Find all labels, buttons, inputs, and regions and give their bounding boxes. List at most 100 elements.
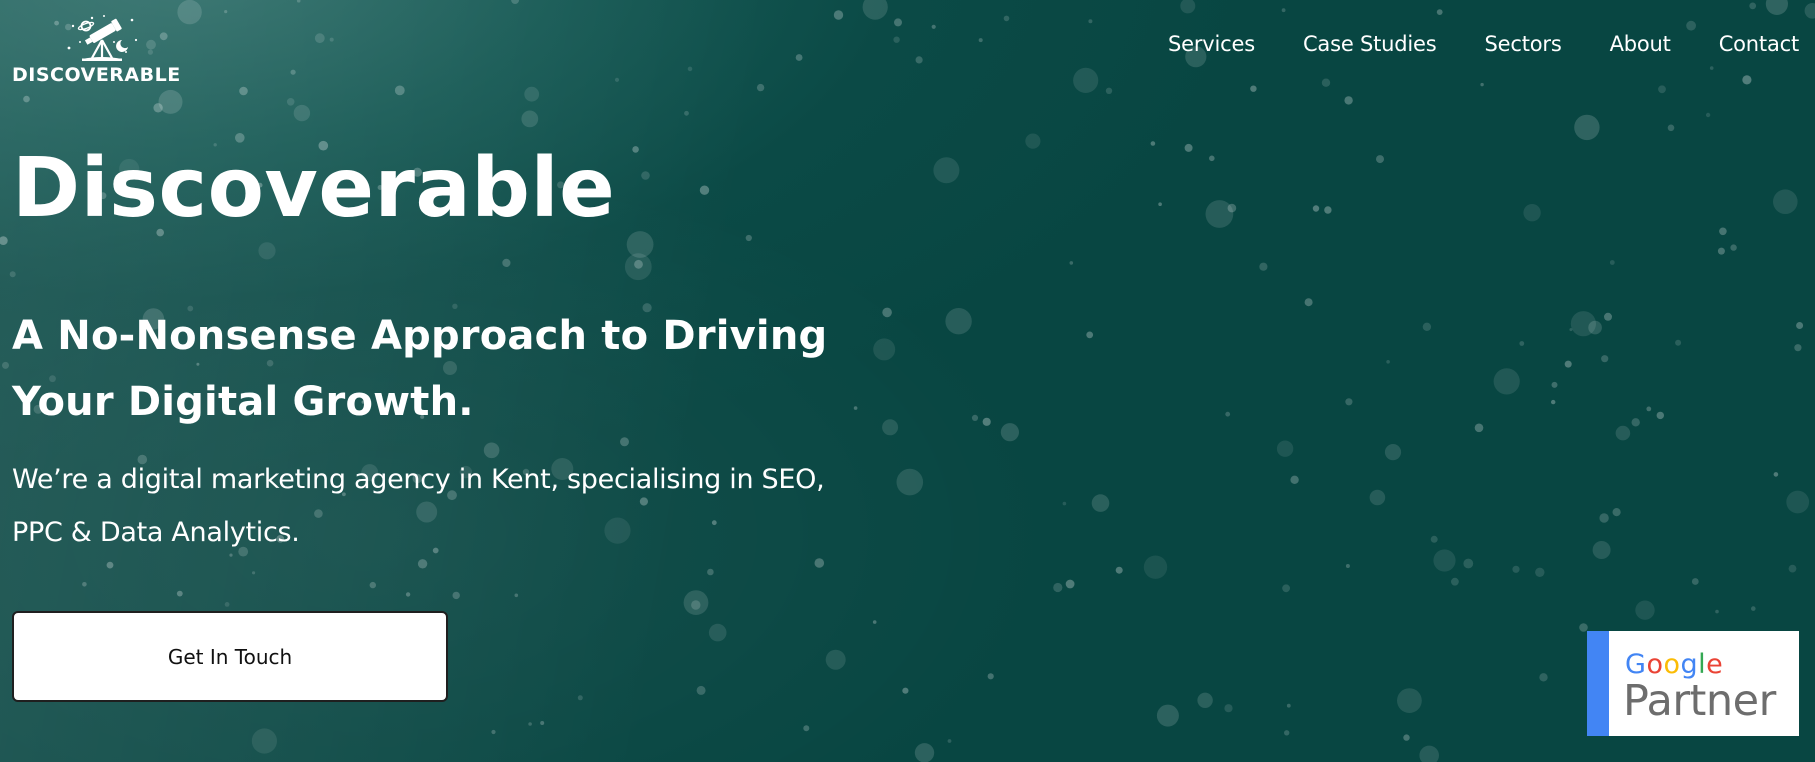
particle [1794,344,1802,352]
particle [1403,734,1410,741]
particle [369,581,376,589]
particle [452,591,460,600]
particle [1086,331,1094,339]
particle [1635,600,1655,620]
get-in-touch-button[interactable]: Get In Touch [12,611,448,702]
particle [521,110,539,128]
particle [1156,704,1179,727]
particle [1796,322,1804,329]
particle [1493,368,1520,395]
particle [258,242,276,260]
nav-item-about[interactable]: About [1610,32,1671,56]
particle [540,721,545,725]
particle [634,259,643,269]
particle [1604,312,1612,321]
hero-description-line1: We’re a digital marketing agency in Kent… [12,464,825,495]
particle [699,185,710,195]
nav-item-services[interactable]: Services [1168,32,1255,56]
particle [872,620,877,624]
particle [914,743,935,762]
particle [1025,133,1041,149]
particle [1282,584,1290,593]
particle [632,146,639,153]
particle [1601,355,1609,363]
particle [1609,260,1615,265]
particle [1463,558,1474,569]
particle [1259,262,1268,271]
particle [1227,203,1237,213]
particle [945,308,972,335]
particle [1376,155,1384,164]
nav-item-case-studies[interactable]: Case Studies [1303,32,1437,56]
particle [1197,692,1213,708]
nav-item-sectors[interactable]: Sectors [1485,32,1562,56]
particle [1675,339,1682,346]
particle [1646,406,1652,412]
particle [1143,555,1168,579]
particle [1667,124,1675,132]
particle [1523,204,1541,222]
particle [1719,227,1727,236]
particle [1430,535,1438,543]
particle [514,593,519,598]
particle [1730,244,1737,251]
particle [1615,425,1631,441]
particle [641,171,650,180]
particle [1324,206,1332,214]
particle [502,258,511,267]
particle [708,623,727,642]
particle [0,236,8,245]
particle [933,157,960,184]
particle [528,722,532,726]
partner-label: Partner [1623,676,1776,726]
particle [882,307,892,318]
particle [1276,440,1294,457]
particle [251,728,277,754]
particle [691,600,701,610]
particle [1224,704,1233,713]
hero-subtitle: A No-Nonsense Approach to Driving Your D… [12,303,852,435]
particle [1451,577,1459,586]
google-partner-badge[interactable]: Google Partner [1587,631,1799,736]
particle [577,695,583,701]
particle [882,419,899,436]
particle [1286,703,1291,708]
particle [1290,475,1299,484]
particle [745,234,752,242]
logo-text: DISCOVERABLE [12,64,181,86]
particle [1384,444,1402,461]
particle [1184,143,1193,152]
particle [1000,423,1020,442]
particle [1612,507,1621,517]
particle [1205,200,1234,228]
particle [1519,341,1525,346]
particle [1512,565,1520,573]
particle [1773,189,1798,214]
particle [987,673,994,680]
particle [1397,688,1422,713]
particle [971,414,979,421]
particle [106,561,114,569]
logo-link[interactable]: DISCOVERABLE [12,12,182,87]
particle [1715,609,1719,614]
particle [707,568,714,576]
particle [1150,141,1156,146]
hero-title: Discoverable [12,141,616,236]
particle [82,582,87,587]
particle [1312,205,1320,212]
particle [853,406,858,410]
particle [1535,567,1545,577]
particle [405,592,411,597]
hero-description-line2: PPC & Data Analytics. [12,517,300,548]
particle [1386,360,1390,364]
nav-item-contact[interactable]: Contact [1719,32,1800,56]
particle [491,729,496,735]
particle [176,590,183,597]
particle [1419,745,1439,762]
site-header: DISCOVERABLE Services Case Studies Secto… [0,0,1815,110]
particle [1588,320,1602,335]
particle [1422,322,1432,331]
particle [417,559,428,569]
badge-accent-bar [1587,631,1609,736]
particle [1574,114,1600,141]
